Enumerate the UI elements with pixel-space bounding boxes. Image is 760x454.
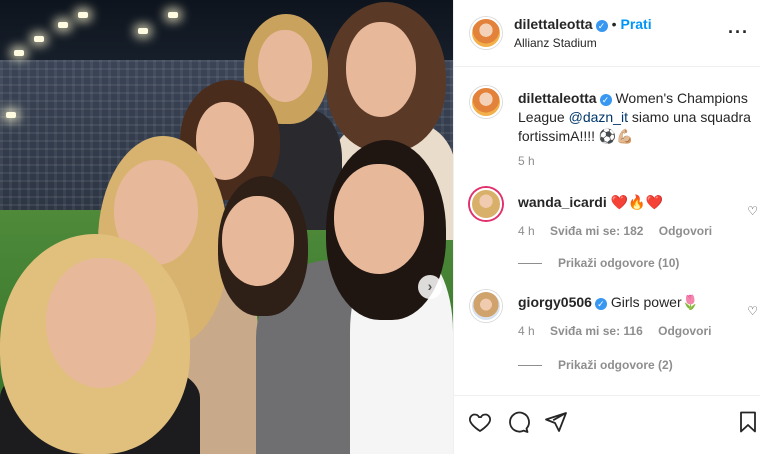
comment-time[interactable]: 4 h [518, 224, 535, 238]
share-icon[interactable] [544, 410, 568, 439]
floodlight [14, 50, 24, 56]
comment-username[interactable]: giorgy0506 [518, 294, 592, 310]
comment-text: Girls power🌷 [610, 294, 700, 310]
reply-button[interactable]: Odgovori [659, 224, 712, 238]
more-options-icon[interactable]: ··· [728, 22, 749, 43]
verified-badge-icon: ✓ [594, 298, 607, 310]
post-photo[interactable]: › [0, 0, 453, 454]
replies-divider [518, 262, 542, 264]
replies-divider [518, 364, 542, 366]
floodlight [138, 28, 148, 34]
post-side-panel: dilettaleotta ✓ • Prati Allianz Stadium ···… [453, 0, 760, 454]
floodlight [78, 12, 88, 18]
avatar[interactable] [470, 86, 502, 118]
post-header: dilettaleotta ✓ • Prati Allianz Stadium ··· [454, 0, 760, 67]
caption-time[interactable]: 5 h [518, 154, 535, 168]
comment-icon[interactable] [506, 410, 530, 439]
heart-icon[interactable] [468, 410, 492, 439]
post-location[interactable]: Allianz Stadium [514, 36, 597, 50]
post-username[interactable]: dilettaleotta [514, 16, 593, 32]
view-replies-button[interactable]: Prikaži odgovore (2) [518, 358, 673, 372]
comment-username[interactable]: wanda_icardi [518, 194, 607, 210]
follow-button[interactable]: Prati [620, 16, 651, 32]
bookmark-icon[interactable] [736, 410, 760, 439]
view-replies-label: Prikaži odgovore (2) [558, 358, 673, 372]
comment-text: ❤️🔥❤️ [610, 194, 663, 210]
heart-icon[interactable]: ♡ [747, 204, 758, 218]
chevron-right-icon[interactable]: › [418, 275, 442, 299]
floodlight [168, 12, 178, 18]
avatar[interactable] [470, 290, 502, 322]
view-replies-label: Prikaži odgovore (10) [558, 256, 680, 270]
avatar[interactable] [470, 17, 502, 49]
view-replies-button[interactable]: Prikaži odgovore (10) [518, 256, 679, 270]
comment-time[interactable]: 4 h [518, 324, 535, 338]
floodlight [58, 22, 68, 28]
comment-likes[interactable]: Sviđa mi se: 116 [550, 324, 643, 338]
floodlight [34, 36, 44, 42]
floodlight [6, 112, 16, 118]
caption-mention[interactable]: @dazn_it [569, 109, 628, 125]
heart-icon[interactable]: ♡ [747, 304, 758, 318]
caption-username[interactable]: dilettaleotta [518, 90, 597, 106]
comment-likes[interactable]: Sviđa mi se: 182 [550, 224, 643, 238]
avatar[interactable] [470, 188, 502, 220]
reply-button[interactable]: Odgovori [658, 324, 711, 338]
caption-text: dilettaleotta ✓ Women's Champions League … [518, 89, 758, 146]
verified-badge-icon: ✓ [595, 20, 608, 32]
separator-dot: • [611, 16, 617, 32]
verified-badge-icon: ✓ [599, 94, 612, 106]
post-action-bar [454, 395, 760, 454]
